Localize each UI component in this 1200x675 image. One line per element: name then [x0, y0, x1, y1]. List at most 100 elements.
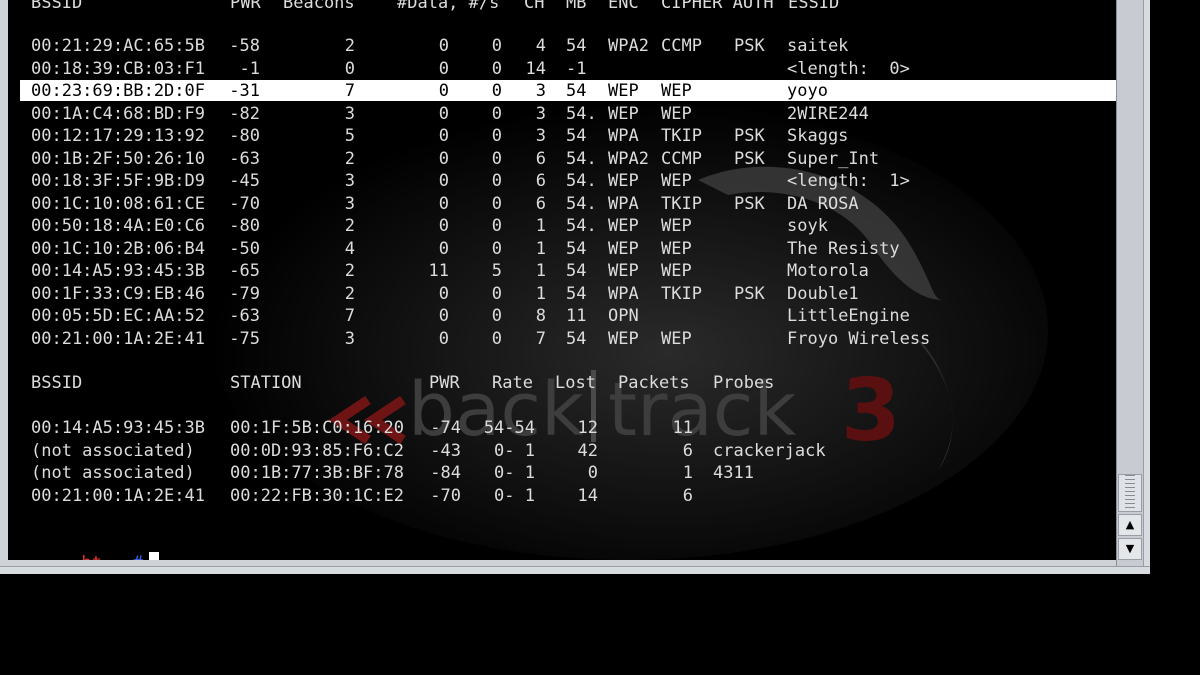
ap-cell-cipher: WEP: [661, 238, 692, 259]
ap-table-row[interactable]: 00:14:A5:93:45:3B -65 2 11 5 1 54 WEP WEP Motorol…: [8, 260, 1116, 282]
ap-cell-beacons: 2: [344, 148, 355, 169]
ap-cell-ch: 1: [535, 238, 546, 259]
ap-cell-cipher: WEP: [661, 261, 692, 281]
ap-cell-auth: PSK: [734, 193, 765, 214]
shell-prompt[interactable]: bt ~ #: [20, 530, 159, 560]
ap-table-row[interactable]: 00:18:39:CB:03:F1 -1 0 0 0 14 -1 <length: 0>: [8, 58, 1116, 80]
ap-cell-cipher: TKIP: [661, 283, 702, 304]
ap-cell-bssid: 00:14:A5:93:45:3B: [31, 261, 205, 281]
vertical-scrollbar[interactable]: ▲ ▼: [1116, 0, 1144, 566]
ap-cell-mb: 54: [566, 283, 587, 304]
ap-cell-cipher: WEP: [661, 81, 692, 101]
ap-cell-cipher: WEP: [661, 103, 692, 124]
ap-cell-essid: <length: 1>: [787, 171, 910, 191]
ap-cell-pwr: -65: [229, 261, 260, 281]
ap-cell-data: 0: [438, 126, 449, 146]
ap-cell-pwr: -58: [229, 36, 260, 56]
ap-table-row[interactable]: 00:21:29:AC:65:5B -58 2 0 0 4 54 WPA2 CCMP PSK sai…: [8, 35, 1116, 57]
ap-cell-enc: WEP: [608, 103, 639, 124]
ap-table-row[interactable]: 00:1C:10:2B:06:B4 -50 4 0 0 1 54 WEP WEP The Resi…: [8, 238, 1116, 260]
ap-cell-bssid: 00:12:17:29:13:92: [31, 126, 205, 146]
ap-cell-essid: 2WIRE244: [787, 103, 869, 124]
station-column-header: STATION: [230, 373, 302, 393]
station-cell-lost: 14: [577, 485, 598, 506]
station-cell-bssid: 00:14:A5:93:45:3B: [31, 418, 205, 438]
ap-cell-essid: Motorola: [787, 261, 869, 281]
ap-column-header: ENC: [608, 0, 639, 13]
ap-column-header: MB: [566, 0, 587, 13]
prompt-symbol: #: [133, 553, 143, 560]
ap-cell-enc: WEP: [608, 216, 639, 236]
ap-table-row[interactable]: 00:18:3F:5F:9B:D9 -45 3 0 0 6 54. WEP WEP <length…: [8, 170, 1116, 192]
station-table-header: BSSID STATION PWR Rate Lost Packets Probes: [8, 372, 1116, 394]
ap-cell-rate: 0: [491, 81, 502, 101]
station-table-row[interactable]: 00:21:00:1A:2E:41 00:22:FB:30:1C:E2 -70 0- …: [8, 485, 1116, 507]
ap-cell-mb: 54: [566, 328, 587, 349]
ap-cell-mb: 11: [566, 306, 587, 326]
station-column-header: Rate: [492, 373, 533, 393]
station-cell-pwr: -43: [430, 440, 461, 461]
ap-cell-ch: 3: [535, 126, 546, 146]
ap-table-row[interactable]: 00:50:18:4A:E0:C6 -80 2 0 0 1 54. WEP WEP soyk: [8, 215, 1116, 237]
ap-column-header: CIPHER AUTH: [661, 0, 774, 13]
ap-cell-essid: <length: 0>: [787, 58, 910, 79]
station-cell-station: 00:1B:77:3B:BF:78: [230, 463, 404, 483]
station-table-row[interactable]: (not associated) 00:1B:77:3B:BF:78 -84 0- 1…: [8, 462, 1116, 484]
ap-cell-rate: 0: [491, 193, 502, 214]
ap-cell-cipher: TKIP: [661, 126, 702, 146]
ap-cell-ch: 6: [535, 171, 546, 191]
ap-cell-data: 0: [438, 103, 449, 124]
ap-cell-enc: WPA: [608, 283, 639, 304]
ap-cell-pwr: -63: [229, 306, 260, 326]
ap-cell-enc: WPA: [608, 126, 639, 146]
ap-cell-beacons: 7: [344, 306, 355, 326]
station-column-header: Probes: [713, 373, 775, 393]
scrollbar-thumb[interactable]: [1118, 474, 1142, 512]
ap-cell-pwr: -70: [229, 193, 260, 214]
ap-cell-bssid: 00:18:3F:5F:9B:D9: [31, 171, 205, 191]
ap-cell-beacons: 2: [344, 36, 355, 56]
ap-cell-rate: 0: [491, 328, 502, 349]
ap-cell-enc: WEP: [608, 328, 639, 349]
ap-cell-beacons: 3: [344, 103, 355, 124]
ap-cell-essid: Super_Int: [787, 148, 880, 169]
ap-table-row[interactable]: 00:1B:2F:50:26:10 -63 2 0 0 6 54. WPA2 CCMP PSK Su…: [8, 148, 1116, 170]
ap-cell-ch: 6: [535, 193, 546, 214]
ap-table-row[interactable]: 00:05:5D:EC:AA:52 -63 7 0 0 8 11 OPN LittleEngin…: [8, 305, 1116, 327]
ap-cell-rate: 5: [491, 261, 502, 281]
ap-cell-beacons: 3: [344, 193, 355, 214]
ap-cell-auth: PSK: [734, 126, 765, 146]
scroll-up-button[interactable]: ▲: [1118, 514, 1142, 536]
ap-cell-data: 0: [438, 328, 449, 349]
ap-cell-cipher: WEP: [661, 328, 692, 349]
ap-cell-ch: 6: [535, 148, 546, 169]
ap-table-row[interactable]: 00:12:17:29:13:92 -80 5 0 0 3 54 WPA TKIP PSK Skag…: [8, 125, 1116, 147]
arrow-down-icon: ▼: [1125, 542, 1135, 555]
station-cell-bssid: (not associated): [31, 463, 195, 483]
ap-cell-bssid: 00:05:5D:EC:AA:52: [31, 306, 205, 326]
ap-cell-bssid: 00:1F:33:C9:EB:46: [31, 283, 205, 304]
ap-table-row[interactable]: 00:21:00:1A:2E:41 -75 3 0 0 7 54 WEP WEP Froyo Wi…: [8, 328, 1116, 350]
ap-column-header: Beacons: [283, 0, 355, 13]
station-cell-rate: 54-54: [483, 418, 535, 438]
ap-cell-pwr: -80: [229, 126, 260, 146]
terminal-viewport[interactable]: back track 3 BSSID PWR Beacons #Data, #/s CH…: [8, 0, 1116, 560]
ap-cell-auth: PSK: [734, 36, 765, 56]
ap-cell-data: 0: [438, 81, 449, 101]
ap-cell-cipher: WEP: [661, 216, 692, 236]
station-table-row[interactable]: 00:14:A5:93:45:3B 00:1F:5B:C0:16:20 -74 54-…: [8, 417, 1116, 439]
ap-cell-ch: 7: [535, 328, 546, 349]
scroll-down-button[interactable]: ▼: [1118, 538, 1142, 560]
ap-cell-data: 0: [438, 238, 449, 259]
station-cell-packets: 6: [682, 485, 693, 506]
ap-cell-bssid: 00:18:39:CB:03:F1: [31, 58, 205, 79]
station-table-row[interactable]: (not associated) 00:0D:93:85:F6:C2 -43 0- 1…: [8, 440, 1116, 462]
ap-column-header: #Data, #/s: [397, 0, 500, 13]
ap-table-row[interactable]: 00:1C:10:08:61:CE -70 3 0 0 6 54. WPA TKIP PSK DA …: [8, 193, 1116, 215]
ap-cell-ch: 1: [535, 216, 546, 236]
ap-table-row[interactable]: 00:1A:C4:68:BD:F9 -82 3 0 0 3 54. WEP WEP 2WIRE24…: [8, 103, 1116, 125]
ap-table-row-selected[interactable]: 00:23:69:BB:2D:0F -31 7 0 0 3 54 WEP WEP yoyo: [20, 80, 1116, 101]
station-column-header: Lost: [555, 373, 596, 393]
ap-table-row[interactable]: 00:1F:33:C9:EB:46 -79 2 0 0 1 54 WPA TKIP PSK Doub…: [8, 283, 1116, 305]
ap-cell-enc: WEP: [608, 171, 639, 191]
